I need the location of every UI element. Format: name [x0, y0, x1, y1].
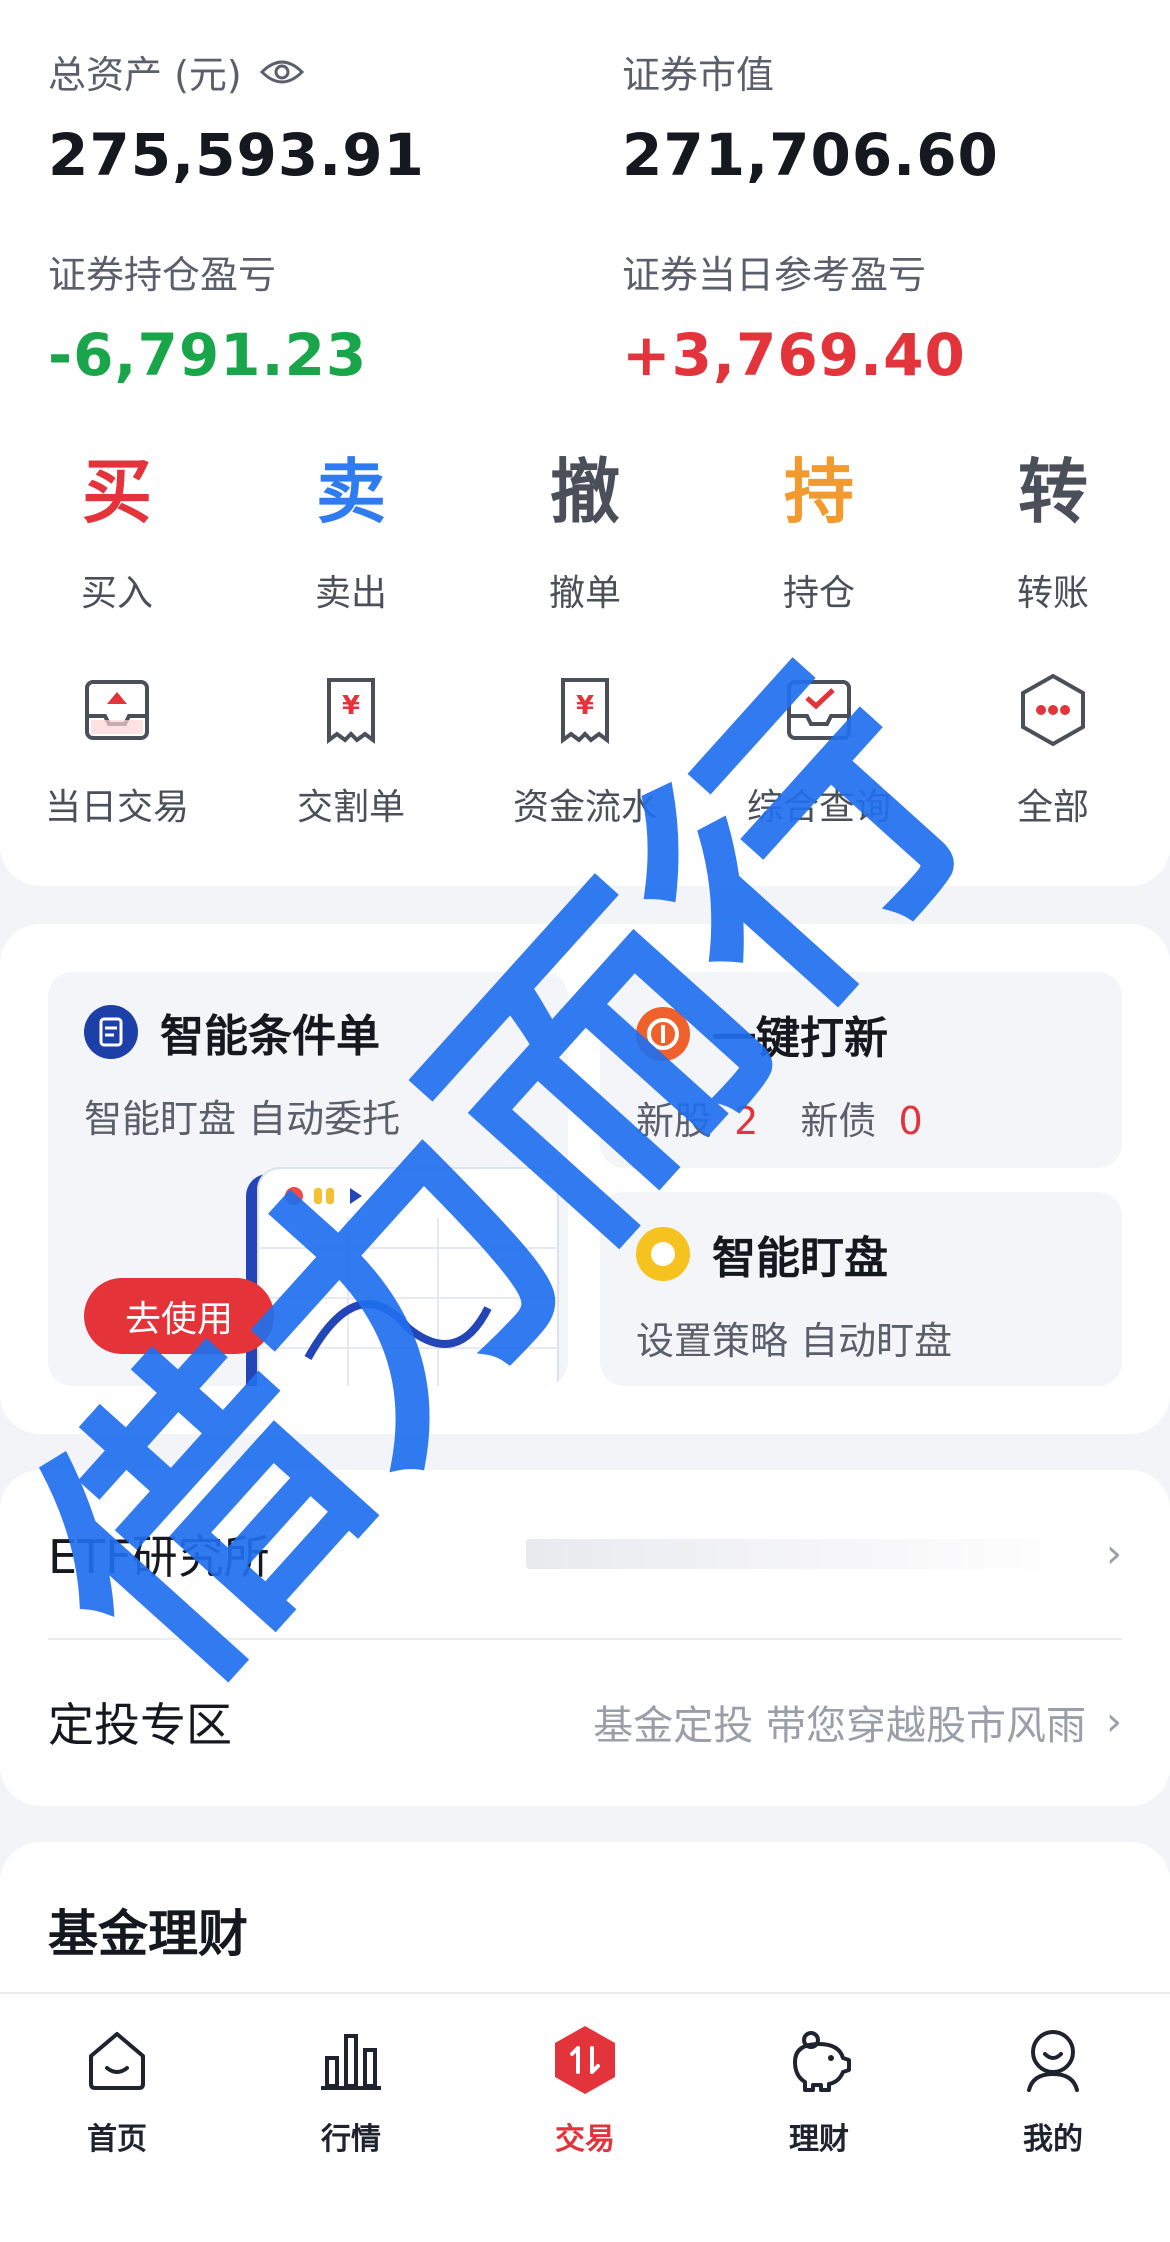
fund-flow-label: 资金流水: [512, 787, 657, 828]
all-tools-label: 全部: [1016, 787, 1089, 828]
cancel-glyph: 撤: [550, 451, 620, 533]
eye-icon[interactable]: [259, 58, 304, 86]
smart-condition-tile[interactable]: 智能条件单 智能盯盘 自动委托 去使用: [48, 972, 568, 1386]
daily-pnl: 证券当日参考盈亏 +3,769.40: [622, 244, 966, 389]
tool-row: 当日交易 ¥ 交割单 ¥ 资金流水 综合查询 全部: [0, 670, 1170, 830]
ipo-stock-label: 新股: [636, 1099, 713, 1143]
condition-subtitle: 智能盯盘 自动委托: [84, 1097, 401, 1141]
daily-trades-button[interactable]: 当日交易: [0, 670, 234, 830]
holdings-label: 持仓: [782, 573, 855, 614]
illustration-icon: [246, 1167, 559, 1386]
total-assets: 总资产 (元) 275,593.91: [48, 44, 425, 189]
tab-market-label: 行情: [321, 2122, 381, 2157]
transfer-glyph: 转: [1018, 451, 1088, 533]
position-pnl-label: 证券持仓盈亏: [48, 253, 277, 297]
buy-label: 买入: [80, 573, 153, 614]
profile-icon: [1027, 2030, 1079, 2092]
sell-button[interactable]: 卖 卖出: [234, 450, 468, 616]
query-label: 综合查询: [746, 787, 891, 828]
tab-trade-label: 交易: [555, 2122, 615, 2157]
quick-actions: 买 买入 卖 卖出 撤 撤单 持 持仓 转 转账: [0, 450, 1170, 616]
settlement-button[interactable]: ¥ 交割单: [234, 670, 468, 830]
buy-glyph: 买: [82, 451, 152, 533]
tab-profile[interactable]: 我的: [936, 1994, 1170, 2242]
ipo-bond-count: 0: [898, 1099, 923, 1143]
receipt-icon: ¥: [561, 678, 609, 744]
tab-wealth[interactable]: 理财: [702, 1994, 936, 2242]
feature-card: 智能条件单 智能盯盘 自动委托 去使用 一键打新 新股 2 新债 0 智能盯盘 …: [0, 924, 1170, 1434]
home-icon: [89, 2032, 145, 2090]
cancel-order-button[interactable]: 撤 撤单: [468, 450, 702, 616]
plan-description: 基金定投 带您穿越股市风雨: [593, 1703, 1086, 1749]
monitor-icon: [636, 1227, 690, 1281]
settlement-label: 交割单: [296, 787, 405, 828]
fund-section-title: 基金理财: [48, 1905, 248, 1963]
receipt-icon: ¥: [327, 678, 375, 744]
chevron-right-icon: ›: [1106, 1699, 1122, 1745]
ipo-icon: [636, 1007, 690, 1061]
monitor-subtitle: 设置策略 自动盯盘: [636, 1319, 953, 1363]
tab-wealth-label: 理财: [789, 2122, 849, 2157]
query-button[interactable]: 综合查询: [702, 670, 936, 830]
bar-chart-icon: [321, 2034, 381, 2090]
fixed-investment-row[interactable]: 定投专区 基金定投 带您穿越股市风雨 ›: [48, 1638, 1122, 1806]
market-value: 证券市值 271,706.60: [622, 44, 999, 189]
sell-glyph: 卖: [316, 451, 386, 533]
ipo-title: 一键打新: [712, 1013, 888, 1064]
tab-trade[interactable]: 交易: [468, 1994, 702, 2242]
daily-pnl-value: +3,769.40: [622, 321, 966, 389]
transfer-button[interactable]: 转 转账: [936, 450, 1170, 616]
inbox-icon: [85, 680, 149, 740]
etf-banner-placeholder: [526, 1539, 1086, 1569]
sell-label: 卖出: [314, 573, 387, 614]
check-inbox-icon: [787, 680, 851, 740]
total-assets-value: 275,593.91: [48, 121, 425, 189]
holdings-glyph: 持: [784, 451, 854, 533]
market-value-value: 271,706.60: [622, 121, 999, 189]
tab-market[interactable]: 行情: [234, 1994, 468, 2242]
fund-flow-button[interactable]: ¥ 资金流水: [468, 670, 702, 830]
use-button[interactable]: 去使用: [84, 1278, 274, 1354]
trade-icon: [555, 2026, 615, 2094]
more-hexagon-icon: [1021, 673, 1085, 747]
market-value-label: 证券市值: [622, 53, 775, 97]
chevron-right-icon: ›: [1106, 1531, 1122, 1577]
condition-order-icon: [84, 1005, 138, 1059]
plan-title: 定投专区: [48, 1698, 232, 1752]
svg-text:¥: ¥: [576, 691, 594, 721]
svg-text:¥: ¥: [342, 691, 360, 721]
etf-research-row[interactable]: ETF研究所 ›: [48, 1470, 1122, 1638]
transfer-label: 转账: [1016, 573, 1089, 614]
daily-pnl-label: 证券当日参考盈亏: [622, 253, 927, 297]
total-assets-label: 总资产 (元): [48, 53, 242, 97]
all-tools-button[interactable]: 全部: [936, 670, 1170, 830]
etf-title: ETF研究所: [48, 1530, 270, 1584]
position-pnl-value: -6,791.23: [48, 321, 368, 389]
ipo-bond-label: 新债: [800, 1099, 877, 1143]
position-pnl: 证券持仓盈亏 -6,791.23: [48, 244, 367, 389]
monitor-title: 智能盯盘: [712, 1233, 888, 1284]
bottom-tab-bar: 首页 行情 交易 理财 我的: [0, 1992, 1170, 2242]
daily-trades-label: 当日交易: [44, 787, 189, 828]
condition-title: 智能条件单: [160, 1011, 380, 1062]
smart-monitor-tile[interactable]: 智能盯盘 设置策略 自动盯盘: [600, 1192, 1122, 1386]
tab-home-label: 首页: [87, 2122, 147, 2157]
tab-profile-label: 我的: [1023, 2122, 1083, 2157]
assets-card: 总资产 (元) 275,593.91 证券市值 271,706.60 证券持仓盈…: [0, 0, 1170, 886]
ipo-tile[interactable]: 一键打新 新股 2 新债 0: [600, 972, 1122, 1168]
holdings-button[interactable]: 持 持仓: [702, 450, 936, 616]
tab-home[interactable]: 首页: [0, 1994, 234, 2242]
buy-button[interactable]: 买 买入: [0, 450, 234, 616]
piggy-bank-icon: [793, 2031, 851, 2092]
links-card: ETF研究所 › 定投专区 基金定投 带您穿越股市风雨 ›: [0, 1470, 1170, 1806]
ipo-stock-count: 2: [734, 1099, 759, 1143]
cancel-label: 撤单: [548, 573, 621, 614]
